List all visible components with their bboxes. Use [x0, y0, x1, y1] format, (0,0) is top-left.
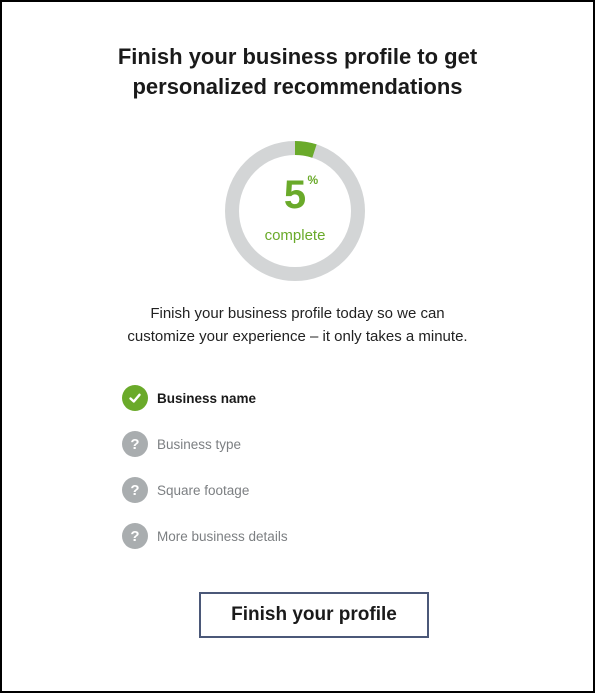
question-mark-glyph: ? [130, 527, 140, 545]
percent-sign: % [307, 173, 319, 187]
checklist-item-more-details[interactable]: ? More business details [122, 521, 288, 551]
checkmark-icon [122, 385, 148, 411]
profile-checklist: Business name ? Business type ? Square f… [122, 383, 288, 567]
progress-label: complete [264, 227, 326, 244]
finish-profile-button[interactable]: Finish your profile [199, 592, 429, 638]
page-title-line-1: Finish your business profile to get [117, 44, 478, 69]
checklist-item-label: Business type [157, 436, 242, 452]
checklist-item-business-type[interactable]: ? Business type [122, 429, 288, 459]
profile-completion-panel: Finish your business profile to get pers… [0, 0, 595, 693]
question-mark-icon: ? [122, 523, 148, 549]
checklist-item-label: Square footage [157, 482, 250, 498]
question-mark-icon: ? [122, 477, 148, 503]
checklist-item-label: More business details [157, 528, 288, 544]
question-mark-glyph: ? [130, 481, 140, 499]
checklist-item-label: Business name [157, 390, 257, 406]
description-line-2: customize your experience – it only take… [127, 328, 468, 345]
profile-description: Finish your business profile today so we… [2, 302, 593, 348]
question-mark-icon: ? [122, 431, 148, 457]
page-title-line-2: personalized recommendations [132, 74, 463, 99]
page-title: Finish your business profile to get pers… [2, 42, 593, 102]
description-line-1: Finish your business profile today so we… [150, 305, 445, 322]
question-mark-glyph: ? [130, 435, 140, 453]
progress-percent: 5% [224, 172, 366, 218]
progress-percent-value: 5 [283, 173, 307, 217]
checkmark-glyph [129, 393, 141, 403]
checklist-item-business-name[interactable]: Business name [122, 383, 288, 413]
checklist-item-square-footage[interactable]: ? Square footage [122, 475, 288, 505]
